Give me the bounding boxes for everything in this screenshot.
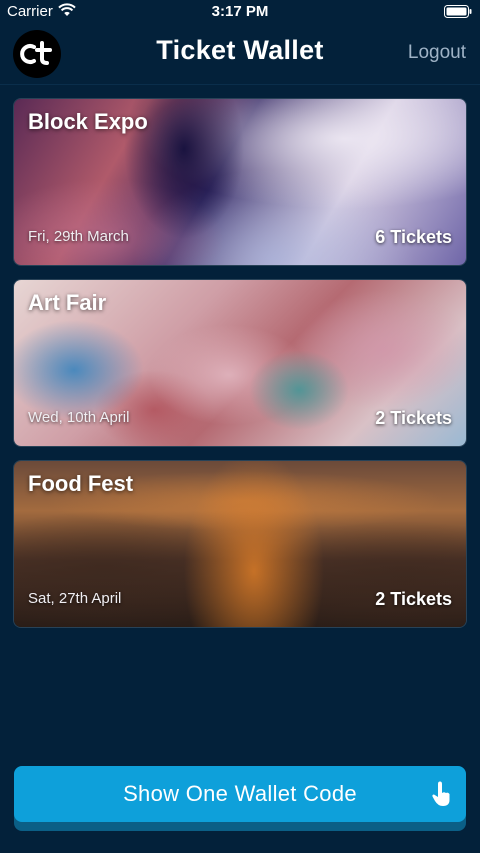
- battery-icon: [444, 5, 472, 18]
- show-wallet-code-button[interactable]: Show One Wallet Code: [14, 766, 466, 822]
- wallet-button-label: Show One Wallet Code: [123, 781, 357, 806]
- ticket-count: 6 Tickets: [375, 227, 452, 247]
- nav-divider: [0, 84, 480, 85]
- status-time: 3:17 PM: [211, 3, 269, 20]
- event-card-food-fest[interactable]: Food Fest Sat, 27th April 2 Tickets: [14, 461, 466, 627]
- touch-icon: [432, 781, 450, 806]
- event-date: Sat, 27th April: [28, 590, 122, 607]
- ticket-count: 2 Tickets: [375, 408, 452, 428]
- event-card-art-fair[interactable]: Art Fair Wed, 10th April 2 Tickets: [14, 280, 466, 446]
- event-date: Wed, 10th April: [28, 409, 130, 426]
- nav-bar: Ticket Wallet Logout: [0, 26, 480, 84]
- event-name: Food Fest: [28, 471, 134, 496]
- logout-button[interactable]: Logout: [408, 42, 466, 64]
- event-name: Block Expo: [28, 109, 148, 134]
- event-card-block-expo[interactable]: Block Expo Fri, 29th March 6 Tickets: [14, 99, 466, 265]
- event-date: Fri, 29th March: [28, 228, 129, 245]
- status-bar: Carrier 3:17 PM: [0, 0, 480, 26]
- event-name: Art Fair: [28, 290, 107, 315]
- ticket-count: 2 Tickets: [375, 589, 452, 609]
